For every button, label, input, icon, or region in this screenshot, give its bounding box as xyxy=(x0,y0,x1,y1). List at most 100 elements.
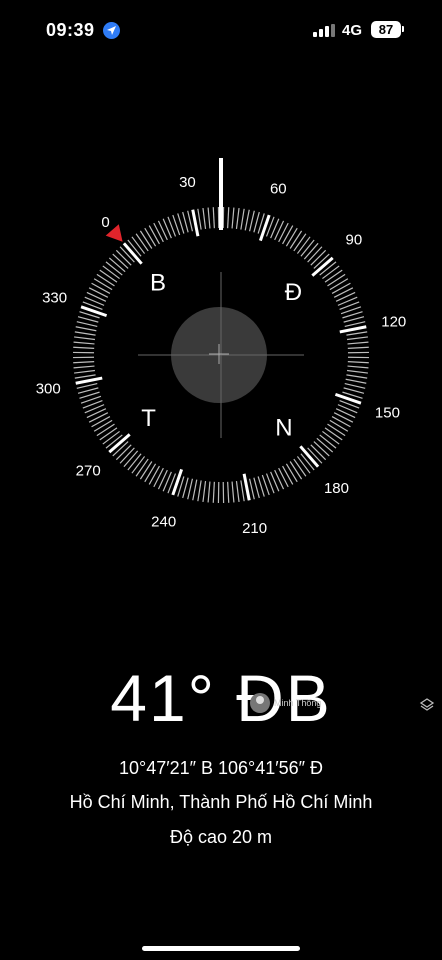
compass-tick xyxy=(296,456,311,474)
compass-tick xyxy=(131,236,146,254)
compass-tick xyxy=(75,326,97,332)
compass-tick xyxy=(144,463,157,483)
compass-tick xyxy=(227,481,230,503)
compass-tick xyxy=(324,269,343,283)
compass-tick xyxy=(327,423,346,437)
status-bar: 09:39 4G 87 xyxy=(0,0,442,60)
compass-tick xyxy=(80,305,108,318)
compass-tick xyxy=(240,208,245,230)
compass-tick xyxy=(316,437,334,453)
compass-tick xyxy=(207,207,211,229)
compass-tick xyxy=(274,220,285,241)
compass-tick xyxy=(91,282,111,294)
compass-tick xyxy=(135,233,149,252)
compass-dial[interactable]: 0 30 60 90 120 150 180 210 240 270 300 330 B Đ N T xyxy=(0,140,442,560)
degree-label: 150 xyxy=(375,404,400,421)
compass-tick xyxy=(289,461,303,480)
compass-tick xyxy=(335,291,356,302)
compass-tick xyxy=(347,346,369,349)
compass-tick xyxy=(93,419,113,432)
compass-tick xyxy=(235,208,240,230)
compass-tick xyxy=(244,209,250,231)
compass-tick xyxy=(115,444,132,461)
compass-tick xyxy=(331,416,351,428)
compass-tick xyxy=(327,273,346,287)
watermark-name: Minh Thông xyxy=(274,698,322,708)
network-type: 4G xyxy=(342,22,363,39)
compass-tick xyxy=(329,278,349,291)
compass-tick xyxy=(347,365,369,369)
compass-tick xyxy=(77,387,99,394)
compass-tick xyxy=(231,207,235,229)
compass-tick xyxy=(300,239,315,257)
compass-tick xyxy=(248,478,255,500)
compass-tick xyxy=(343,387,365,394)
layers-icon[interactable] xyxy=(419,697,435,713)
compass-tick xyxy=(242,473,251,501)
cardinal-north: B xyxy=(150,270,166,297)
compass-tick xyxy=(346,336,368,341)
compass-tick xyxy=(322,265,340,280)
compass-tick xyxy=(93,278,113,291)
compass-tick xyxy=(289,230,303,249)
compass-tick xyxy=(339,325,367,334)
compass-tick xyxy=(240,480,245,502)
compass-tick xyxy=(88,412,109,423)
degree-label: 270 xyxy=(76,462,101,479)
degree-label: 210 xyxy=(242,520,267,537)
compass-tick xyxy=(99,427,118,441)
compass-tick xyxy=(319,434,337,449)
compass-tick xyxy=(253,477,260,499)
compass-tick xyxy=(99,269,118,283)
compass-tick xyxy=(344,382,366,389)
degree-label: 120 xyxy=(381,313,406,330)
compass-tick xyxy=(345,378,367,384)
compass-tick xyxy=(131,456,146,474)
compass-tick xyxy=(278,467,289,488)
battery-cap xyxy=(402,26,404,32)
compass-tick xyxy=(77,316,99,323)
compass-tick xyxy=(293,458,307,477)
compass-tick xyxy=(310,249,327,266)
compass-svg: 0 30 60 90 120 150 180 210 240 270 300 330 B Đ N T xyxy=(36,158,406,537)
compass-tick xyxy=(278,222,289,243)
degree-label: 240 xyxy=(151,513,176,530)
compass-tick xyxy=(282,465,294,485)
compass-tick xyxy=(119,447,135,464)
compass-tick xyxy=(248,210,255,232)
cardinal-south: N xyxy=(275,414,292,441)
compass-tick xyxy=(333,412,354,423)
compass-tick xyxy=(127,453,142,471)
compass-tick xyxy=(333,287,354,298)
compass-tick xyxy=(182,211,189,233)
compass-tick xyxy=(74,336,96,341)
compass-tick xyxy=(91,416,111,428)
compass-tick xyxy=(112,253,129,269)
compass-tick xyxy=(296,236,311,254)
compass-tick xyxy=(73,365,95,369)
compass-tick xyxy=(96,423,115,437)
watermark-avatar xyxy=(250,693,270,713)
battery-icon: 87 xyxy=(371,21,401,38)
compass-tick xyxy=(346,331,368,336)
home-indicator[interactable] xyxy=(142,946,300,951)
compass-tick xyxy=(197,480,202,502)
compass-tick xyxy=(322,430,340,445)
compass-tick xyxy=(227,207,230,229)
degree-label: 30 xyxy=(179,174,196,191)
compass-tick xyxy=(235,480,240,502)
compass-tick xyxy=(303,242,319,260)
compass-tick xyxy=(335,408,356,419)
compass-tick xyxy=(86,408,107,419)
compass-tick xyxy=(307,246,323,263)
compass-tick xyxy=(231,481,235,503)
compass-tick xyxy=(115,249,132,266)
compass-tick xyxy=(343,316,365,323)
cardinal-east: Đ xyxy=(285,279,302,306)
degree-label: 180 xyxy=(324,480,349,497)
compass-tick xyxy=(331,282,351,294)
compass-tick xyxy=(334,392,362,405)
compass-tick xyxy=(202,208,207,230)
degree-label: 0 xyxy=(101,214,109,231)
coordinates[interactable]: 10°47′21″ B 106°41′56″ Đ xyxy=(0,758,442,779)
